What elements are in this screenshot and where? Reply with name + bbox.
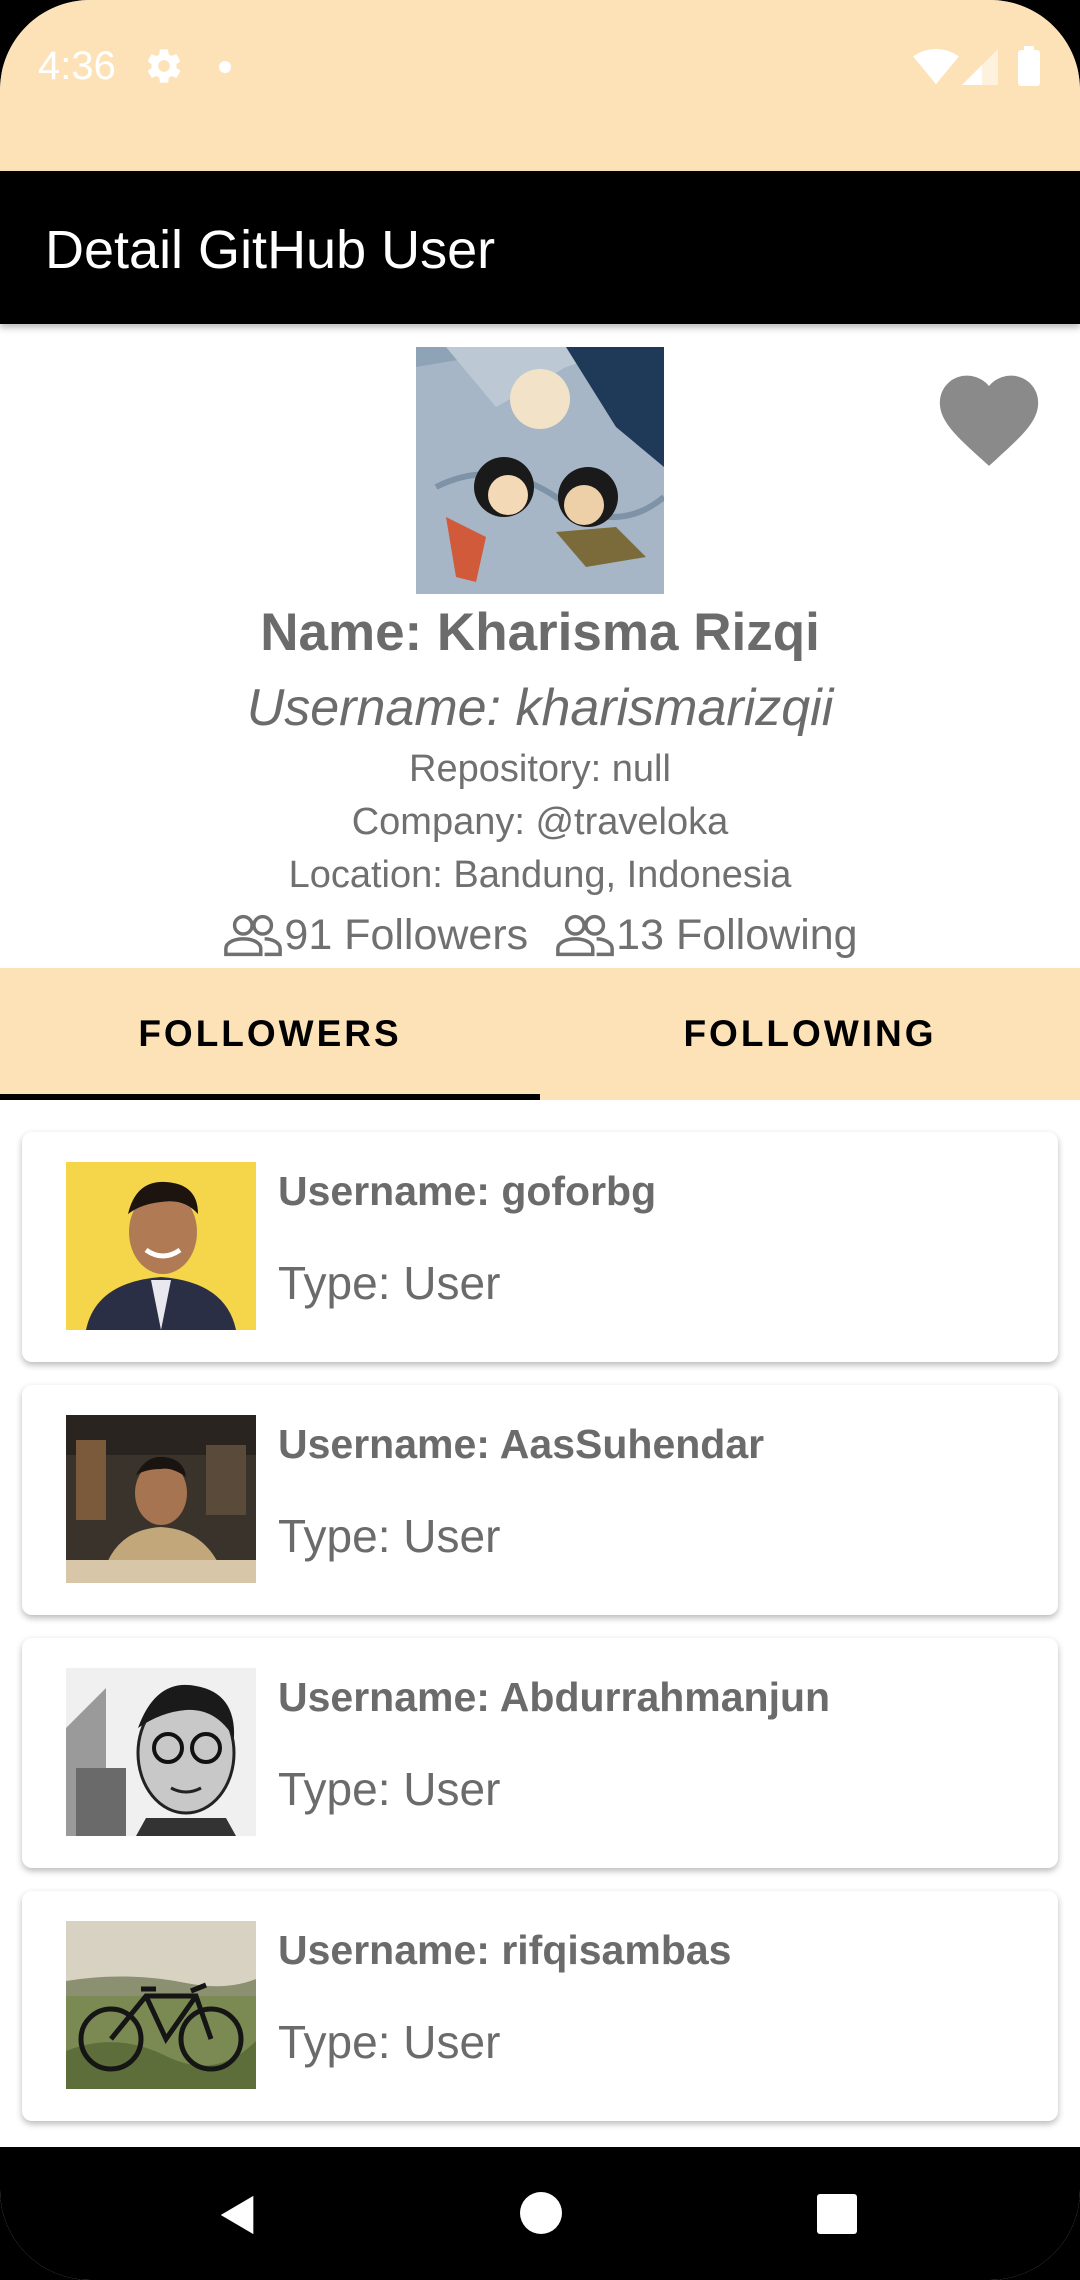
list-item[interactable]: Username: AasSuhendar Type: User xyxy=(22,1385,1058,1615)
list-item-avatar xyxy=(66,1668,256,1836)
tab-following[interactable]: FOLLOWING xyxy=(540,968,1080,1100)
back-icon[interactable] xyxy=(215,2192,261,2238)
user-avatar xyxy=(416,347,664,594)
list-item-username: Username: goforbg xyxy=(278,1168,657,1214)
user-repository: Repository: null xyxy=(409,748,671,790)
followers-count: 91 Followers xyxy=(284,910,529,959)
list-item-username: Username: Abdurrahmanjun xyxy=(278,1674,831,1720)
settings-gear-icon xyxy=(147,49,181,83)
screen: 4:36 Detail GitHub User Name: Kharisma R… xyxy=(0,0,1080,2280)
following-count: 13 Following xyxy=(616,910,858,959)
cell-signal-icon xyxy=(962,49,998,85)
favorite-heart-icon[interactable] xyxy=(930,360,1048,470)
following-stat: 13 Following xyxy=(554,910,858,960)
wifi-icon xyxy=(913,48,959,85)
list-item-avatar xyxy=(66,1162,256,1330)
notification-dot-icon xyxy=(219,61,231,73)
status-time: 4:36 xyxy=(38,44,116,88)
user-name: Name: Kharisma Rizqi xyxy=(260,603,820,662)
app-bar: Detail GitHub User xyxy=(0,171,1080,324)
battery-icon xyxy=(1018,46,1040,86)
list-item[interactable]: Username: Abdurrahmanjun Type: User xyxy=(22,1638,1058,1868)
list-item-type: Type: User xyxy=(278,2016,501,2068)
following-people-icon xyxy=(556,914,615,957)
followers-stat: 91 Followers xyxy=(222,911,528,960)
list-item-avatar xyxy=(66,1415,256,1583)
system-nav-bar xyxy=(0,2147,1080,2280)
tab-bar: FOLLOWERS FOLLOWING xyxy=(0,968,1080,1100)
list-item[interactable]: Username: goforbg Type: User xyxy=(22,1132,1058,1362)
user-company: Company: @traveloka xyxy=(351,801,729,843)
list-item[interactable]: Username: rifqisambas Type: User xyxy=(22,1891,1058,2121)
user-username: Username: kharismarizqii xyxy=(246,679,834,737)
recent-apps-icon[interactable] xyxy=(817,2194,857,2234)
status-bar: 4:36 xyxy=(0,0,1080,171)
list-item-avatar xyxy=(66,1921,256,2089)
list-item-username: Username: rifqisambas xyxy=(278,1927,732,1973)
list-item-type: Type: User xyxy=(278,1763,501,1815)
tab-indicator xyxy=(0,1094,540,1100)
list-item-type: Type: User xyxy=(278,1257,501,1309)
home-icon[interactable] xyxy=(520,2192,562,2234)
followers-people-icon xyxy=(224,914,283,957)
follow-stats: 91 Followers 13 Following xyxy=(0,905,1080,965)
tab-followers[interactable]: FOLLOWERS xyxy=(0,968,540,1100)
list-item-type: Type: User xyxy=(278,1510,501,1562)
list-item-username: Username: AasSuhendar xyxy=(278,1421,765,1467)
user-location: Location: Bandung, Indonesia xyxy=(288,854,792,896)
app-title: Detail GitHub User xyxy=(45,220,496,280)
